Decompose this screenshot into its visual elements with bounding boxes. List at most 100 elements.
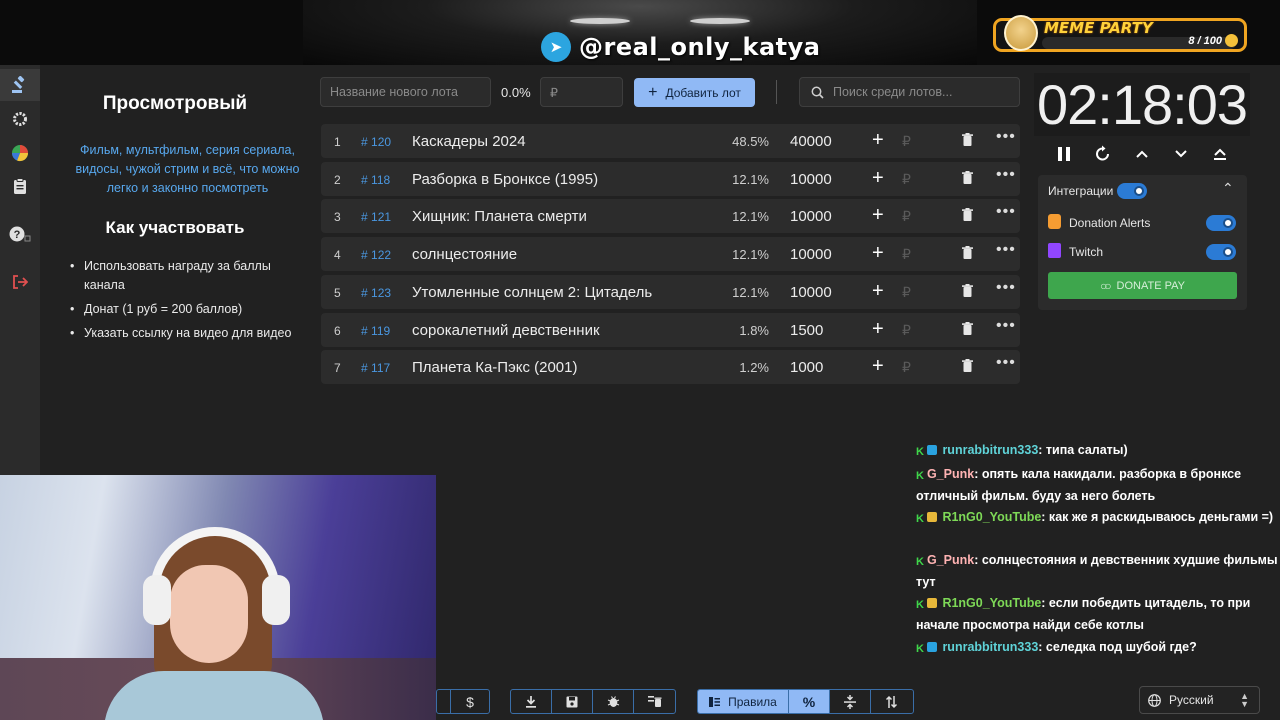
lot-name[interactable]: Утомленные солнцем 2: Цитадель: [412, 284, 652, 301]
double-chevron-up-icon[interactable]: [1208, 143, 1232, 165]
chat-text: : селедка под шубой где?: [1038, 640, 1197, 654]
lot-name[interactable]: Хищник: Планета смерти: [412, 208, 587, 225]
help-icon[interactable]: ?: [0, 218, 40, 250]
lot-id: # 117: [361, 361, 391, 375]
split-icon[interactable]: [830, 690, 871, 713]
trash-icon[interactable]: [962, 322, 973, 339]
webcam-headset-cup: [262, 575, 290, 625]
integrations-toggle[interactable]: [1117, 183, 1147, 199]
more-options-icon[interactable]: •••: [996, 203, 1016, 221]
lot-currency[interactable]: ₽: [902, 133, 911, 150]
lot-amount[interactable]: 1000: [790, 359, 823, 376]
chat-badge-icon: [926, 598, 937, 608]
chat-badge-icon: [926, 642, 937, 652]
lot-amount[interactable]: 1500: [790, 322, 823, 339]
bottom-button-partial[interactable]: [437, 690, 451, 713]
lot-amount[interactable]: 40000: [790, 133, 832, 150]
integration-name: Donation Alerts: [1069, 216, 1151, 230]
lot-amount-input[interactable]: ₽: [540, 77, 623, 107]
chat-username: runrabbitrun333: [942, 640, 1039, 654]
new-lot-percent: 0.0%: [501, 85, 531, 100]
lot-id: # 122: [361, 248, 392, 262]
lot-amount[interactable]: 10000: [790, 246, 832, 263]
add-amount-icon[interactable]: +: [872, 242, 884, 265]
lot-percent: 12.1%: [732, 247, 769, 262]
globe-icon: [1148, 693, 1161, 707]
rules-toggle-button[interactable]: Правила: [698, 690, 789, 713]
kick-badge-icon: K: [916, 446, 924, 458]
trash-icon[interactable]: [962, 359, 973, 376]
gear-icon[interactable]: [0, 103, 40, 135]
add-amount-icon[interactable]: +: [872, 355, 884, 378]
donate-pay-button[interactable]: ○○ DONATE PAY: [1048, 272, 1237, 299]
reset-icon[interactable]: [1091, 143, 1115, 165]
lot-currency[interactable]: ₽: [902, 284, 911, 301]
lot-name[interactable]: Планета Ка-Пэкс (2001): [412, 359, 577, 376]
clipboard-icon[interactable]: [0, 170, 40, 202]
integrations-title: Интеграции: [1048, 184, 1114, 198]
more-options-icon[interactable]: •••: [996, 166, 1016, 184]
chevron-up-icon[interactable]: [1130, 143, 1154, 165]
lot-currency[interactable]: ₽: [902, 246, 911, 263]
chevron-down-icon[interactable]: [1169, 143, 1193, 165]
lot-currency[interactable]: ₽: [902, 322, 911, 339]
add-amount-icon[interactable]: +: [872, 318, 884, 341]
lot-name[interactable]: Разборка в Бронксе (1995): [412, 171, 598, 188]
chat-message: K G_Punk: опять кала накидали. разборка в…: [916, 465, 1278, 506]
bug-icon[interactable]: [593, 690, 634, 713]
lot-id: # 121: [361, 210, 392, 224]
meme-party-box: MEME PARTY 8 / 100: [993, 15, 1247, 52]
chat-username: R1nG0_YouTube: [942, 596, 1042, 610]
lot-name[interactable]: сорокалетний девственник: [412, 322, 600, 339]
language-select[interactable]: Русский ▲ ▼: [1139, 686, 1260, 714]
add-lot-button[interactable]: + Добавить лот: [634, 78, 755, 107]
download-icon[interactable]: [511, 690, 552, 713]
twitch-toggle[interactable]: [1206, 244, 1236, 260]
lot-currency[interactable]: ₽: [902, 171, 911, 188]
lot-currency[interactable]: ₽: [902, 359, 911, 376]
trash-icon[interactable]: [962, 171, 973, 188]
kick-badge-icon: K: [916, 470, 924, 482]
more-options-icon[interactable]: •••: [996, 317, 1016, 335]
lot-number: 3: [334, 210, 341, 224]
add-amount-icon[interactable]: +: [872, 280, 884, 303]
lot-percent: 1.2%: [739, 360, 769, 375]
trash-icon[interactable]: [962, 284, 973, 301]
kick-badge-icon: K: [916, 556, 924, 568]
percent-toggle-button[interactable]: %: [789, 690, 830, 713]
trash-icon[interactable]: [962, 246, 973, 263]
add-amount-icon[interactable]: +: [872, 167, 884, 190]
clear-list-icon[interactable]: [634, 690, 675, 713]
save-icon[interactable]: [552, 690, 593, 713]
lot-name-input[interactable]: Название нового лота: [320, 77, 491, 107]
dollar-button[interactable]: $: [451, 690, 489, 713]
chat-message: K R1nG0_YouTube: как же я раскидываюсь д…: [916, 508, 1278, 530]
sort-icon[interactable]: [871, 690, 912, 713]
lot-search-input[interactable]: Поиск среди лотов...: [799, 77, 1020, 107]
more-options-icon[interactable]: •••: [996, 128, 1016, 146]
lot-name[interactable]: солнцестояние: [412, 246, 517, 263]
lot-id: # 119: [361, 324, 391, 338]
collapse-chevron-icon[interactable]: ⌃: [1222, 180, 1234, 197]
trash-icon[interactable]: [962, 208, 973, 225]
pie-chart-icon[interactable]: [0, 137, 40, 169]
chat-badge-icon: [926, 445, 937, 455]
auction-icon[interactable]: [0, 69, 40, 101]
logout-icon[interactable]: [0, 266, 40, 298]
more-options-icon[interactable]: •••: [996, 354, 1016, 372]
trash-icon[interactable]: [962, 133, 973, 150]
lot-amount[interactable]: 10000: [790, 284, 832, 301]
add-amount-icon[interactable]: +: [872, 204, 884, 227]
language-value: Русский: [1169, 693, 1214, 707]
chat-overlay: K runrabbitrun333: типа салаты) K G_Punk: …: [913, 441, 1280, 663]
add-amount-icon[interactable]: +: [872, 129, 884, 152]
pause-icon[interactable]: [1052, 143, 1076, 165]
lot-currency[interactable]: ₽: [902, 208, 911, 225]
lot-amount[interactable]: 10000: [790, 208, 832, 225]
more-options-icon[interactable]: •••: [996, 279, 1016, 297]
donation-alerts-toggle[interactable]: [1206, 215, 1236, 231]
more-options-icon[interactable]: •••: [996, 241, 1016, 259]
lot-name[interactable]: Каскадеры 2024: [412, 133, 526, 150]
kick-badge-icon: K: [916, 599, 924, 611]
lot-amount[interactable]: 10000: [790, 171, 832, 188]
